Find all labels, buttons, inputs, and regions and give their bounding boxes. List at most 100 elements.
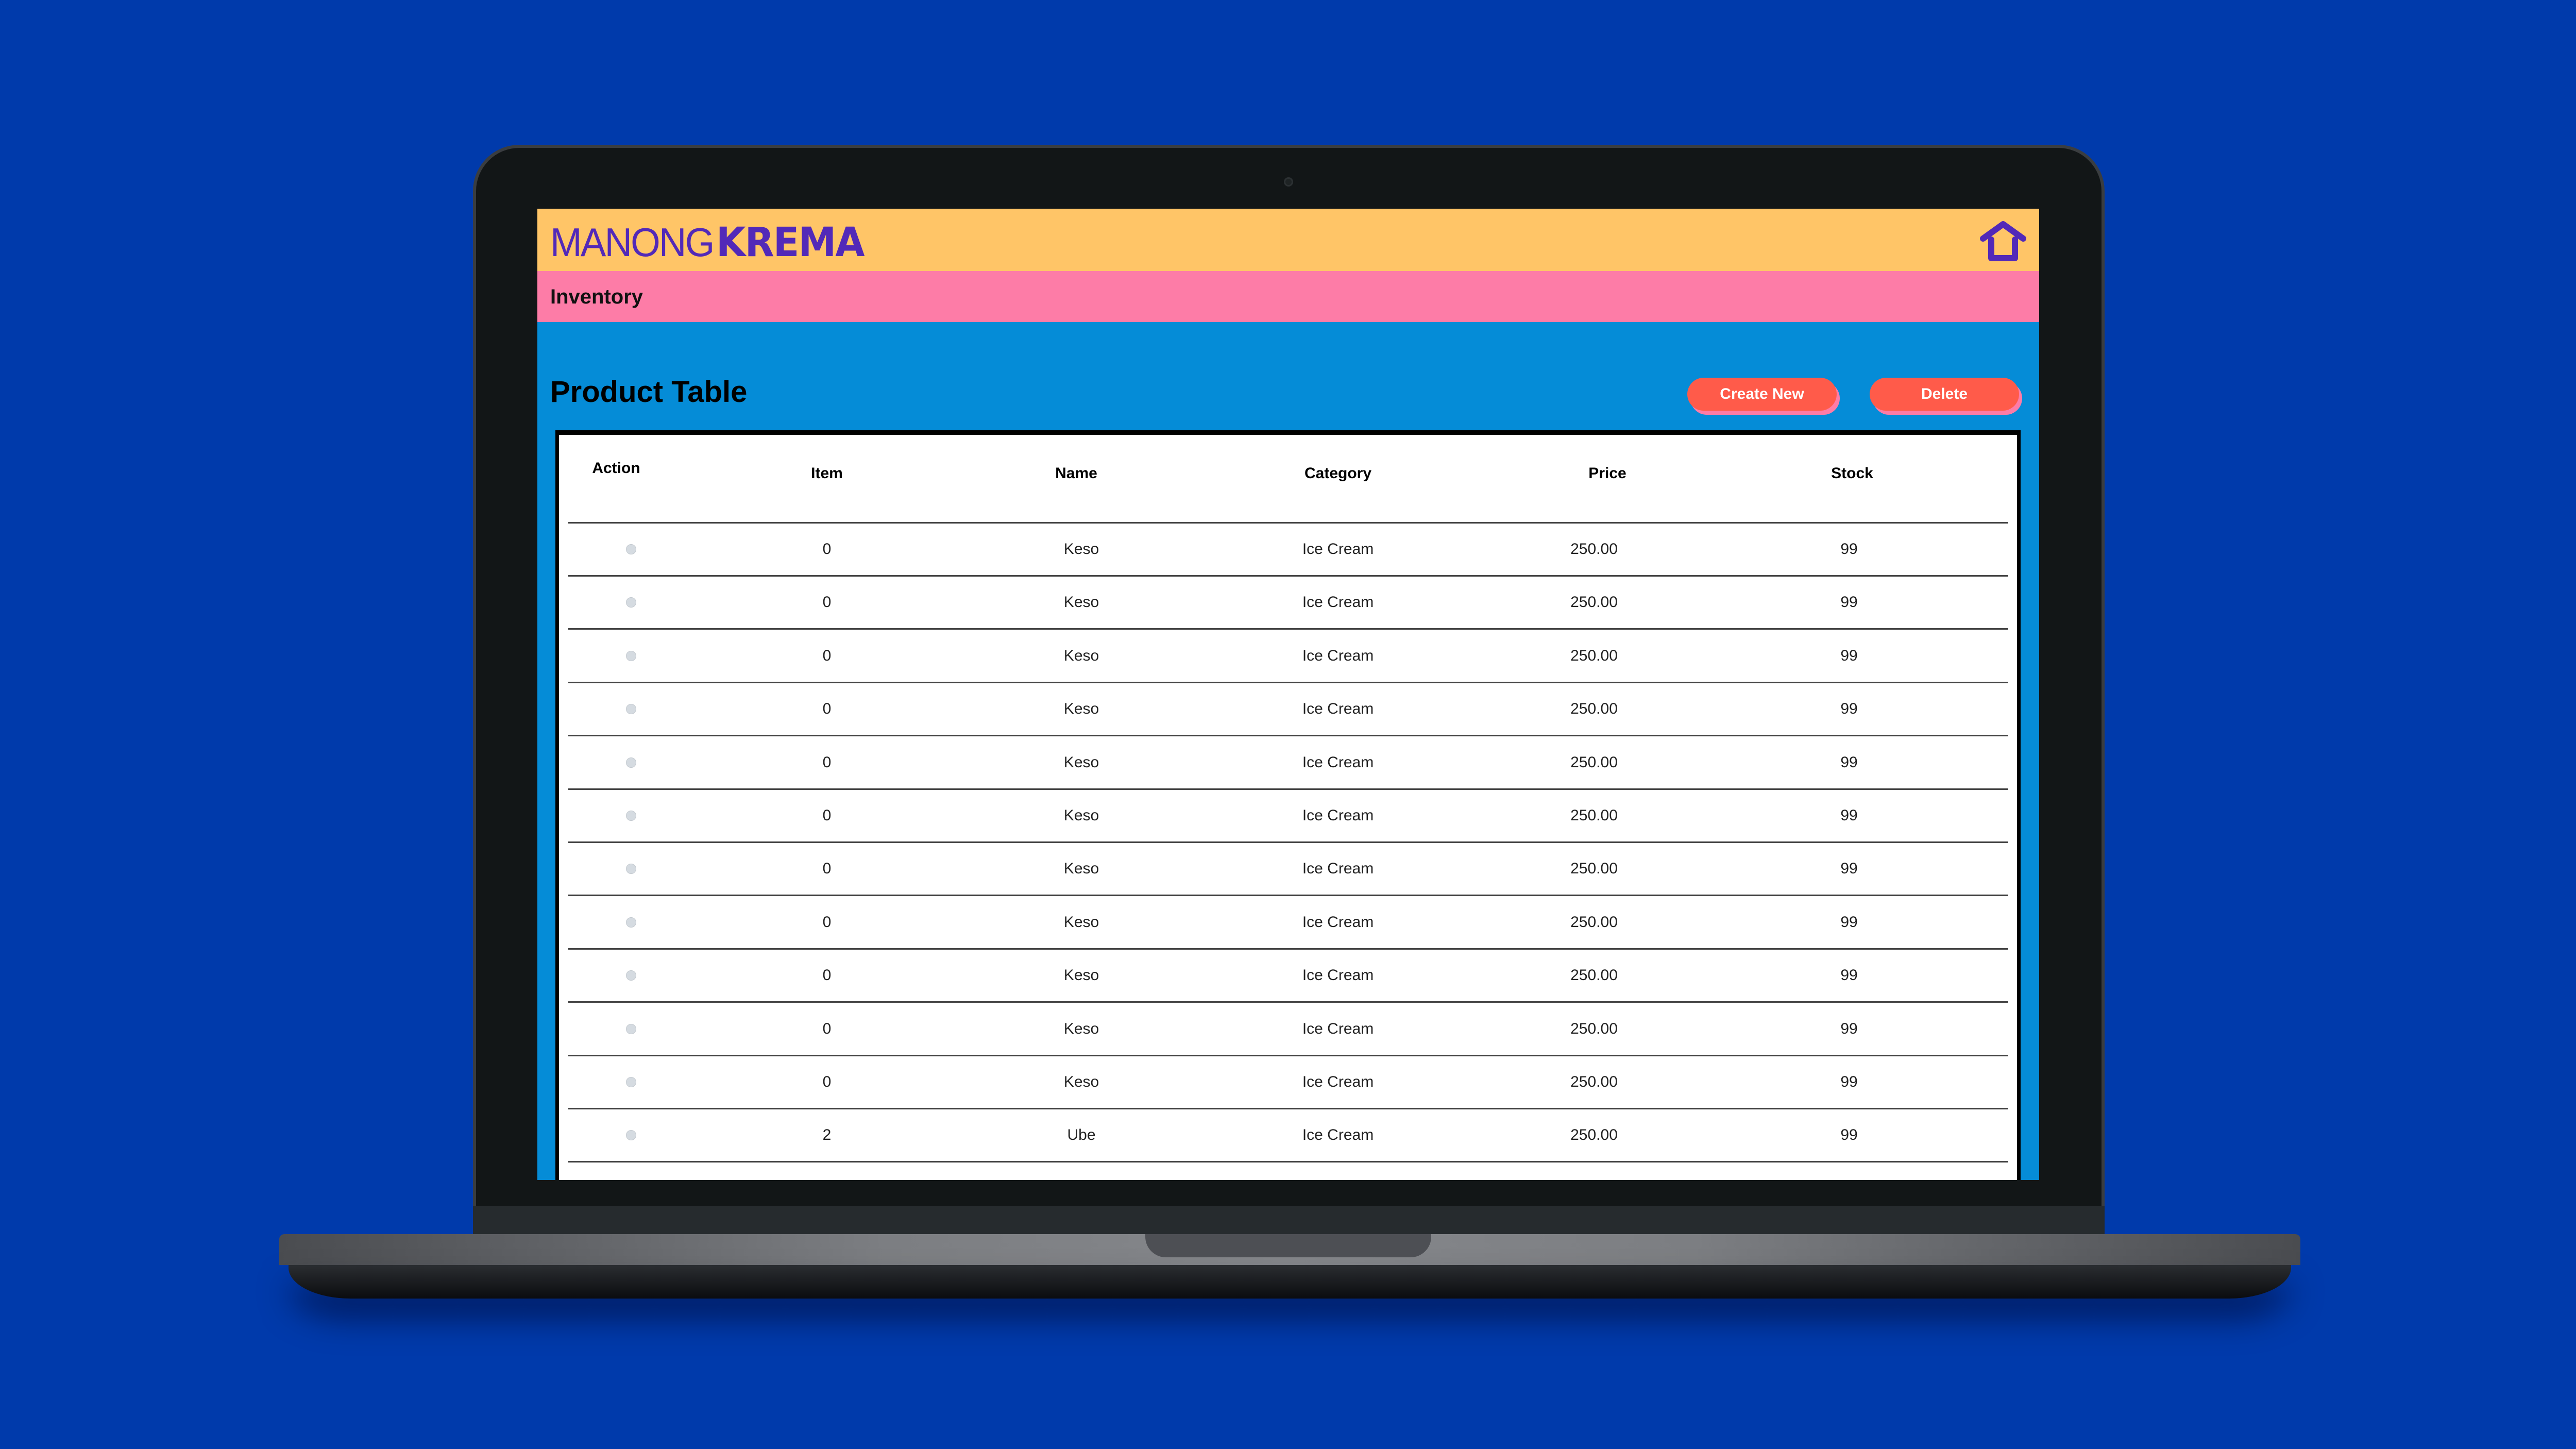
cell-stock: 99 <box>1840 860 1858 878</box>
cell-stock: 99 <box>1840 807 1858 824</box>
cell-price: 250.00 <box>1570 860 1618 878</box>
cell-category: Ice Cream <box>1302 541 1374 558</box>
radio-icon[interactable] <box>626 1130 636 1141</box>
top-bar: MANONGKREMA <box>537 209 2039 271</box>
radio-icon[interactable] <box>626 811 636 821</box>
laptop-bezel-bottom <box>473 1206 2105 1234</box>
cell-category: Ice Cream <box>1302 1073 1374 1090</box>
cell-price: 250.00 <box>1570 594 1618 611</box>
table-row[interactable]: 0 Keso Ice Cream 250.00 99 <box>568 1003 2008 1056</box>
cell-category: Ice Cream <box>1302 700 1374 718</box>
table-row[interactable]: 0 Keso Ice Cream 250.00 99 <box>568 790 2008 843</box>
cell-item: 0 <box>822 1020 832 1037</box>
column-header-category[interactable]: Category <box>1304 425 1371 522</box>
column-header-price[interactable]: Price <box>1588 425 1626 522</box>
column-header-name[interactable]: Name <box>1055 425 1097 522</box>
table-row[interactable]: 0 Keso Ice Cream 250.00 99 <box>568 577 2008 630</box>
cell-name: Keso <box>1063 647 1099 664</box>
table-row[interactable]: 2 Ube Ice Cream 250.00 99 <box>568 1109 2008 1163</box>
cell-item: 0 <box>822 541 832 558</box>
cell-item: 0 <box>822 1073 832 1090</box>
cell-name: Keso <box>1063 860 1099 878</box>
cell-category: Ice Cream <box>1302 1126 1374 1144</box>
cell-stock: 99 <box>1840 967 1858 984</box>
cell-stock: 99 <box>1840 647 1858 664</box>
row-select-radio[interactable] <box>626 577 636 628</box>
cell-name: Keso <box>1063 753 1099 771</box>
cell-item: 2 <box>822 1126 832 1144</box>
cell-name: Keso <box>1063 807 1099 824</box>
cell-stock: 99 <box>1840 913 1858 931</box>
radio-icon[interactable] <box>626 597 636 608</box>
radio-icon[interactable] <box>626 864 636 874</box>
row-select-radio[interactable] <box>626 683 636 735</box>
table-row[interactable]: 0 Keso Ice Cream 250.00 99 <box>568 630 2008 683</box>
cell-item: 0 <box>822 913 832 931</box>
cell-category: Ice Cream <box>1302 753 1374 771</box>
row-select-radio[interactable] <box>626 1109 636 1161</box>
row-select-radio[interactable] <box>626 737 636 788</box>
table-row[interactable]: 0 Keso Ice Cream 250.00 99 <box>568 683 2008 737</box>
cell-item: 0 <box>822 807 832 824</box>
table-header-row: Action Item Name Category Price Stock <box>568 425 2008 524</box>
laptop-notch <box>1145 1234 1431 1257</box>
radio-icon[interactable] <box>626 650 636 661</box>
radio-icon[interactable] <box>626 544 636 554</box>
cell-stock: 99 <box>1840 1020 1858 1037</box>
cell-name: Keso <box>1063 1020 1099 1037</box>
radio-icon[interactable] <box>626 1023 636 1034</box>
column-header-item[interactable]: Item <box>811 425 843 522</box>
cell-price: 250.00 <box>1570 1126 1618 1144</box>
cell-name: Keso <box>1063 594 1099 611</box>
radio-icon[interactable] <box>626 757 636 768</box>
row-select-radio[interactable] <box>626 1003 636 1055</box>
row-select-radio[interactable] <box>626 950 636 1001</box>
row-select-radio[interactable] <box>626 1056 636 1108</box>
column-header-action[interactable]: Action <box>592 425 640 512</box>
row-select-radio[interactable] <box>626 843 636 895</box>
cell-item: 0 <box>822 647 832 664</box>
cell-stock: 99 <box>1840 753 1858 771</box>
cell-category: Ice Cream <box>1302 913 1374 931</box>
table-row[interactable]: 0 Keso Ice Cream 250.00 99 <box>568 524 2008 577</box>
cell-stock: 99 <box>1840 594 1858 611</box>
cell-category: Ice Cream <box>1302 807 1374 824</box>
cell-name: Ube <box>1067 1126 1096 1144</box>
row-select-radio[interactable] <box>626 897 636 948</box>
delete-button[interactable]: Delete <box>1870 378 2019 411</box>
cell-price: 250.00 <box>1570 647 1618 664</box>
table-row[interactable]: 0 Keso Ice Cream 250.00 99 <box>568 737 2008 790</box>
table-row[interactable]: 0 Keso Ice Cream 250.00 99 <box>568 843 2008 897</box>
laptop-base-bottom <box>289 1265 2291 1299</box>
radio-icon[interactable] <box>626 917 636 928</box>
radio-icon[interactable] <box>626 970 636 981</box>
cell-stock: 99 <box>1840 1073 1858 1090</box>
table-row[interactable]: 0 Keso Ice Cream 250.00 99 <box>568 1056 2008 1109</box>
cell-stock: 99 <box>1840 700 1858 718</box>
table-row[interactable]: 0 Keso Ice Cream 250.00 99 <box>568 950 2008 1003</box>
product-table: Action Item Name Category Price Stock 0 Keso Ice… <box>555 430 2021 1180</box>
cell-price: 250.00 <box>1570 913 1618 931</box>
webcam <box>1284 177 1293 187</box>
radio-icon[interactable] <box>626 704 636 715</box>
create-new-button[interactable]: Create New <box>1687 378 1837 411</box>
cell-price: 250.00 <box>1570 700 1618 718</box>
row-select-radio[interactable] <box>626 790 636 841</box>
column-header-stock[interactable]: Stock <box>1831 425 1873 522</box>
cell-price: 250.00 <box>1570 967 1618 984</box>
cell-item: 0 <box>822 860 832 878</box>
page-title: Product Table <box>550 375 748 409</box>
logo[interactable]: MANONGKREMA <box>550 219 865 266</box>
nav-item-inventory[interactable]: Inventory <box>550 285 643 309</box>
cell-item: 0 <box>822 753 832 771</box>
radio-icon[interactable] <box>626 1077 636 1087</box>
cell-stock: 99 <box>1840 1126 1858 1144</box>
cell-price: 250.00 <box>1570 807 1618 824</box>
cell-price: 250.00 <box>1570 1020 1618 1037</box>
home-icon[interactable] <box>1979 218 2027 264</box>
table-row[interactable]: 0 Keso Ice Cream 250.00 99 <box>568 897 2008 950</box>
row-select-radio[interactable] <box>626 630 636 682</box>
cell-price: 250.00 <box>1570 1073 1618 1090</box>
row-select-radio[interactable] <box>626 524 636 575</box>
cell-item: 0 <box>822 967 832 984</box>
